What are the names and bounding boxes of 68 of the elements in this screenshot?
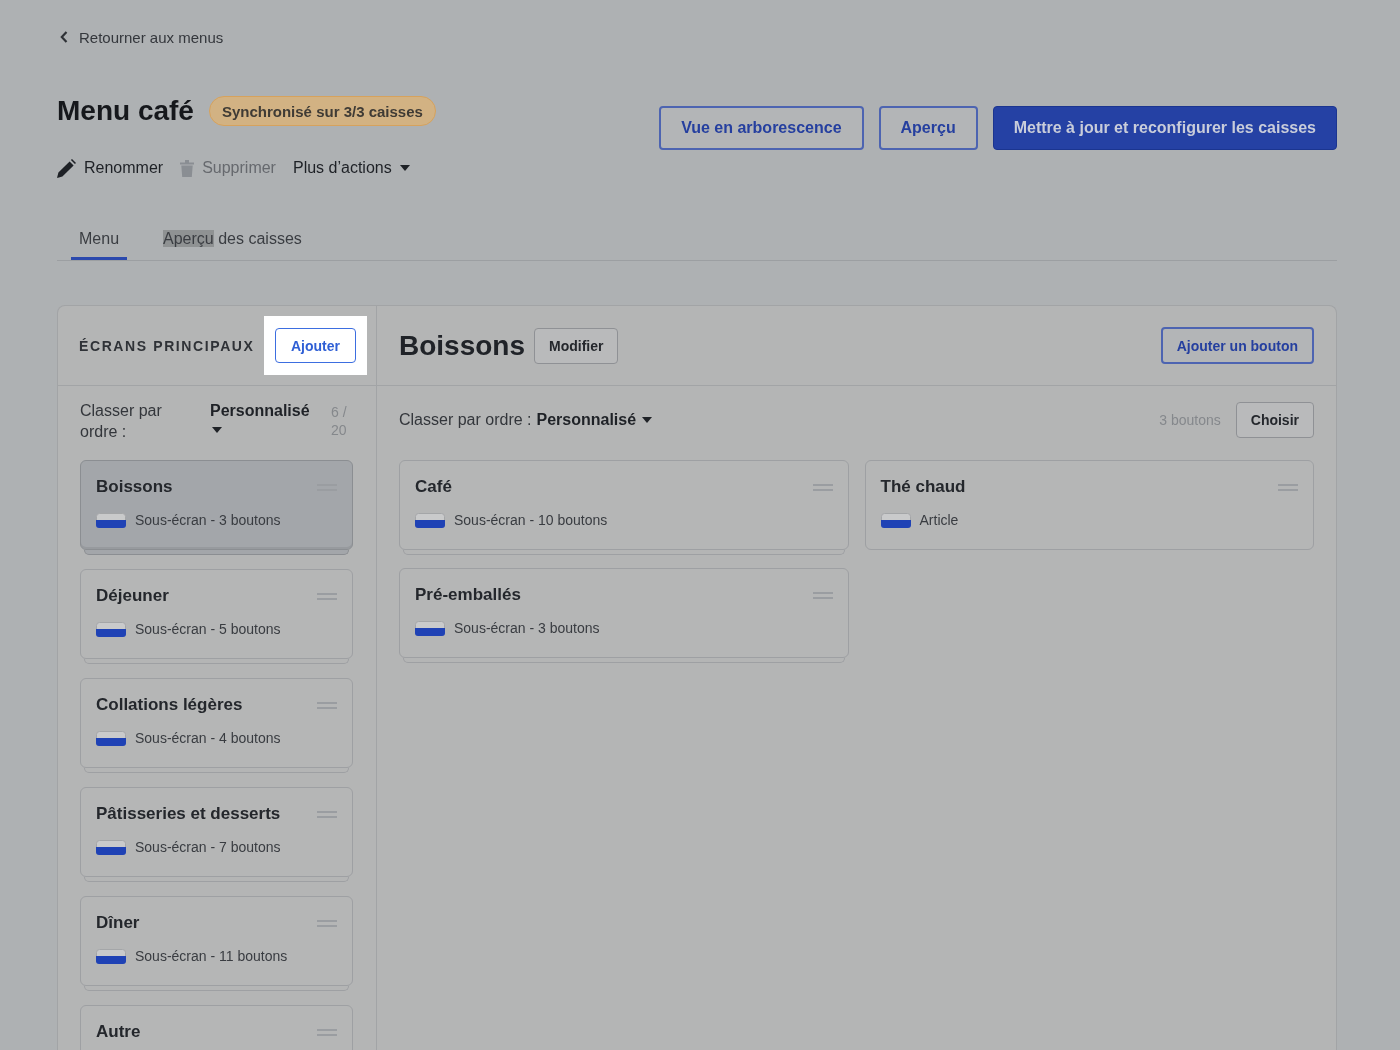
screen-card[interactable]: Autre <box>80 1005 353 1050</box>
card-subtitle: Sous-écran - 7 boutons <box>135 839 281 855</box>
edit-button[interactable]: Modifier <box>534 327 619 364</box>
screen-card[interactable]: Déjeuner Sous-écran - 5 boutons <box>80 569 353 659</box>
card-title: Collations légères <box>96 695 243 715</box>
card-subtitle: Article <box>919 512 959 528</box>
drag-handle-icon <box>317 701 337 709</box>
card-title: Café <box>415 477 452 497</box>
tree-view-button[interactable]: Vue en arborescence <box>659 106 864 150</box>
color-swatch-icon <box>415 512 445 528</box>
trash-icon <box>180 159 195 177</box>
card-subtitle: Sous-écran - 3 boutons <box>454 620 600 636</box>
tab[interactable]: Aperçu des caisses <box>155 229 310 260</box>
add-button[interactable]: Ajouter <box>275 328 356 363</box>
drag-handle-icon <box>317 1028 337 1036</box>
color-swatch-icon <box>415 620 445 636</box>
card-title: Dîner <box>96 913 140 933</box>
card-title: Pâtisseries et desserts <box>96 804 281 824</box>
sync-status-badge: Synchronisé sur 3/3 caisses <box>208 96 436 126</box>
section-heading: ÉCRANS PRINCIPAUX <box>79 337 255 354</box>
color-swatch-icon <box>96 621 126 637</box>
caret-icon <box>642 417 653 423</box>
card-title: Boissons <box>96 477 173 497</box>
screen-title: Boissons <box>399 329 526 362</box>
caret-icon <box>399 165 410 171</box>
screen-card[interactable]: Boissons Sous-écran - 3 boutons <box>80 460 353 550</box>
tab[interactable]: Menu <box>71 229 128 260</box>
card-subtitle: Sous-écran - 5 boutons <box>135 621 281 637</box>
card-subtitle: Sous-écran - 3 boutons <box>135 512 281 528</box>
color-swatch-icon <box>96 512 126 528</box>
card-title: Thé chaud <box>880 477 966 497</box>
card-title: Déjeuner <box>96 586 169 606</box>
drag-handle-icon <box>812 591 833 599</box>
color-swatch-icon <box>880 512 911 528</box>
card-title: Pré-emballés <box>415 585 521 605</box>
item-card[interactable]: Thé chaud Article <box>864 460 1314 550</box>
drag-handle-icon <box>317 919 337 927</box>
add-item-button[interactable]: Ajouter un bouton <box>1160 327 1314 364</box>
drag-handle-icon <box>317 810 337 818</box>
card-subtitle: Sous-écran - 10 boutons <box>454 512 608 528</box>
preview-button[interactable]: Aperçu <box>878 106 978 150</box>
choose-button[interactable]: Choisir <box>1235 402 1314 438</box>
screen-card[interactable]: Dîner Sous-écran - 11 boutons <box>80 896 353 986</box>
screen-card[interactable]: Collations légères Sous-écran - 4 boutons <box>80 678 353 768</box>
color-swatch-icon <box>96 730 126 746</box>
screen-card[interactable]: Pâtisseries et desserts Sous-écran - 7 boutons <box>80 787 353 877</box>
subscreen-card[interactable]: Pré-emballés Sous-écran - 3 boutons <box>399 568 849 658</box>
chevron-left-icon <box>60 31 68 43</box>
sort-dropdown[interactable]: Personnalisé <box>210 400 319 433</box>
color-swatch-icon <box>96 839 126 855</box>
subscreen-card[interactable]: Café Sous-écran - 10 boutons <box>399 460 849 550</box>
sort-dropdown[interactable]: Personnalisé <box>536 411 653 429</box>
more-actions-button[interactable]: Plus d’actions <box>292 159 410 177</box>
update-registers-button[interactable]: Mettre à jour et reconfigurer les caisses <box>992 106 1337 150</box>
rename-button[interactable]: Renommer <box>57 158 164 178</box>
card-title: Autre <box>96 1022 141 1042</box>
pencil-icon <box>57 158 76 178</box>
card-subtitle: Sous-écran - 11 boutons <box>135 948 288 964</box>
drag-handle-icon <box>812 483 833 491</box>
page-title: Menu café <box>57 94 194 128</box>
drag-handle-icon <box>317 592 337 600</box>
drag-handle-icon <box>1278 483 1298 491</box>
sort-label: Classer par ordre : <box>80 401 163 442</box>
caret-icon <box>212 427 222 433</box>
back-link[interactable]: Retourner aux menus <box>60 28 224 46</box>
sort-label: Classer par ordre : <box>399 411 532 429</box>
card-subtitle: Sous-écran - 4 boutons <box>135 730 281 746</box>
color-swatch-icon <box>96 948 126 964</box>
